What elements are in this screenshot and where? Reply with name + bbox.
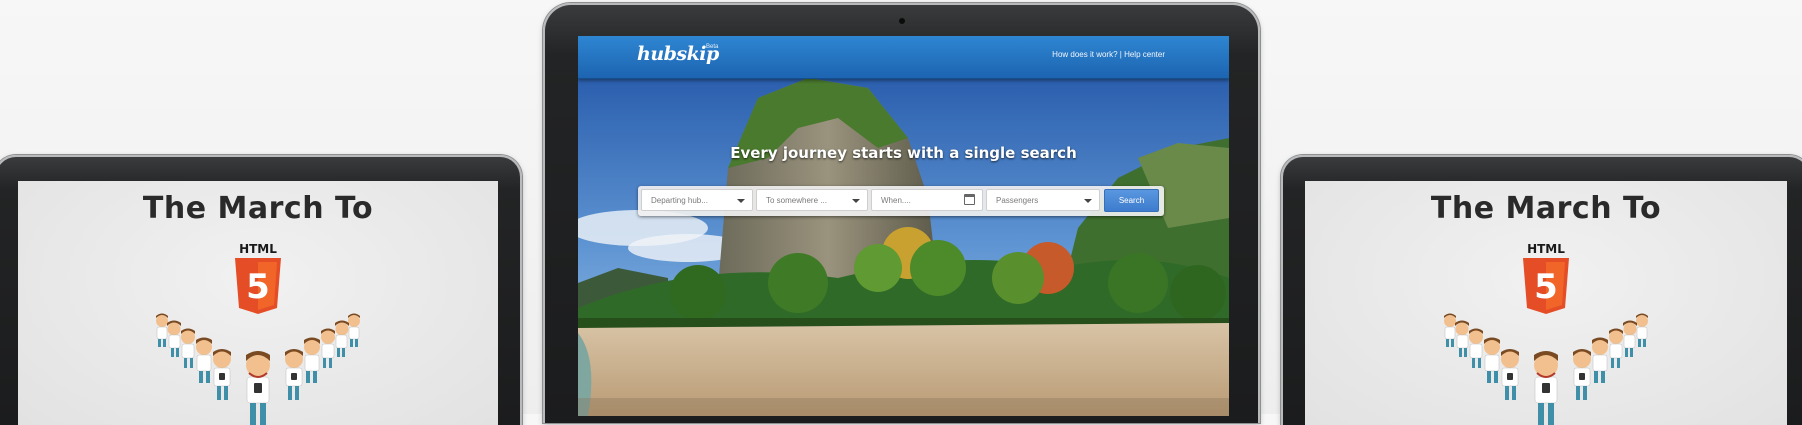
departing-hub-placeholder: Departing hub... — [651, 196, 708, 205]
hero-image — [578, 78, 1229, 416]
crowd-icon — [1444, 313, 1648, 425]
html5-word: HTML — [1527, 242, 1565, 256]
departing-hub-select[interactable]: Departing hub... — [641, 189, 753, 211]
html5-word: HTML — [239, 242, 277, 256]
calendar-icon[interactable] — [964, 194, 975, 205]
landscape-icon — [578, 78, 1229, 416]
left-laptop-screen: The March To HTML 5 — [18, 181, 498, 425]
beta-badge: Beta — [706, 44, 719, 50]
center-laptop-frame: hubskip Beta How does it work? | Help ce… — [543, 3, 1260, 423]
header-nav: How does it work? | Help center — [1052, 50, 1165, 59]
left-laptop-frame: The March To HTML 5 — [0, 155, 522, 425]
developers-army-illustration — [148, 313, 368, 425]
html5-digit: 5 — [246, 267, 270, 307]
destination-placeholder: To somewhere ... — [766, 196, 827, 205]
chevron-down-icon — [852, 199, 860, 203]
search-bar: Departing hub... To somewhere ... When..… — [638, 186, 1164, 216]
march-title: The March To — [1430, 191, 1662, 226]
help-center-link[interactable]: Help center — [1124, 50, 1165, 59]
right-laptop-screen: The March To HTML 5 — [1305, 181, 1787, 425]
crowd-icon — [156, 313, 360, 425]
date-input[interactable]: When.... — [871, 189, 983, 211]
date-placeholder: When.... — [881, 196, 911, 205]
march-title: The March To — [142, 191, 374, 226]
chevron-down-icon — [1084, 199, 1092, 203]
right-laptop-frame: The March To HTML 5 — [1281, 155, 1802, 425]
passengers-placeholder: Passengers — [996, 196, 1039, 205]
html5-icon: HTML 5 — [232, 242, 284, 317]
camera-icon — [898, 18, 905, 24]
how-it-works-link[interactable]: How does it work? — [1052, 50, 1117, 59]
html5-icon: HTML 5 — [1520, 242, 1572, 317]
passengers-select[interactable]: Passengers — [986, 189, 1100, 211]
developers-army-illustration — [1436, 313, 1656, 425]
html5-digit: 5 — [1534, 267, 1558, 307]
chevron-down-icon — [737, 199, 745, 203]
nav-separator: | — [1119, 50, 1122, 59]
site-header: hubskip Beta How does it work? | Help ce… — [578, 36, 1229, 79]
search-button[interactable]: Search — [1104, 189, 1159, 212]
center-laptop-screen: hubskip Beta How does it work? | Help ce… — [578, 36, 1229, 416]
hero-headline: Every journey starts with a single searc… — [730, 144, 1077, 162]
destination-select[interactable]: To somewhere ... — [756, 189, 868, 211]
